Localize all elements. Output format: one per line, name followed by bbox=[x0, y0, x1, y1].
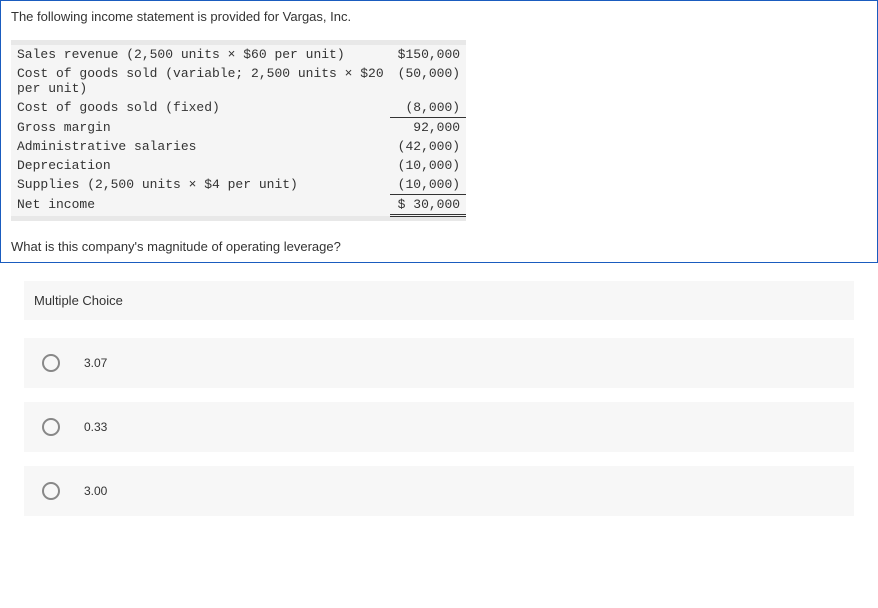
row-label: Cost of goods sold (variable; 2,500 unit… bbox=[11, 64, 390, 98]
table-row: Net income $ 30,000 bbox=[11, 195, 466, 216]
row-label: Depreciation bbox=[11, 156, 390, 175]
question-box: The following income statement is provid… bbox=[0, 0, 878, 263]
row-amount: 92,000 bbox=[390, 118, 466, 138]
table-row: Cost of goods sold (variable; 2,500 unit… bbox=[11, 64, 466, 98]
row-label: Administrative salaries bbox=[11, 137, 390, 156]
radio-icon[interactable] bbox=[42, 482, 60, 500]
row-label: Supplies (2,500 units × $4 per unit) bbox=[11, 175, 390, 195]
table-row: Supplies (2,500 units × $4 per unit) (10… bbox=[11, 175, 466, 195]
mc-option-1[interactable]: 3.07 bbox=[24, 338, 854, 388]
row-amount: $ 30,000 bbox=[390, 195, 466, 216]
multiple-choice-header: Multiple Choice bbox=[24, 281, 854, 320]
table-row: Gross margin 92,000 bbox=[11, 118, 466, 138]
income-statement-table: Sales revenue (2,500 units × $60 per uni… bbox=[11, 40, 466, 221]
mc-option-label: 3.00 bbox=[84, 484, 107, 498]
row-amount: (50,000) bbox=[390, 64, 466, 98]
radio-icon[interactable] bbox=[42, 354, 60, 372]
row-label: Net income bbox=[11, 195, 390, 216]
row-amount: (8,000) bbox=[390, 98, 466, 118]
mc-option-3[interactable]: 3.00 bbox=[24, 466, 854, 516]
table-row: Cost of goods sold (fixed) (8,000) bbox=[11, 98, 466, 118]
row-amount: (42,000) bbox=[390, 137, 466, 156]
question-intro: The following income statement is provid… bbox=[11, 9, 867, 24]
table-row: Depreciation (10,000) bbox=[11, 156, 466, 175]
mc-option-2[interactable]: 0.33 bbox=[24, 402, 854, 452]
mc-option-label: 0.33 bbox=[84, 420, 107, 434]
multiple-choice-section: Multiple Choice 3.07 0.33 3.00 bbox=[0, 281, 878, 516]
question-followup: What is this company's magnitude of oper… bbox=[11, 239, 867, 254]
mc-option-label: 3.07 bbox=[84, 356, 107, 370]
row-label: Cost of goods sold (fixed) bbox=[11, 98, 390, 118]
row-amount: (10,000) bbox=[390, 156, 466, 175]
table-row: Sales revenue (2,500 units × $60 per uni… bbox=[11, 45, 466, 64]
row-amount: $150,000 bbox=[390, 45, 466, 64]
row-label: Sales revenue (2,500 units × $60 per uni… bbox=[11, 45, 390, 64]
radio-icon[interactable] bbox=[42, 418, 60, 436]
row-amount: (10,000) bbox=[390, 175, 466, 195]
table-row: Administrative salaries (42,000) bbox=[11, 137, 466, 156]
row-label: Gross margin bbox=[11, 118, 390, 138]
